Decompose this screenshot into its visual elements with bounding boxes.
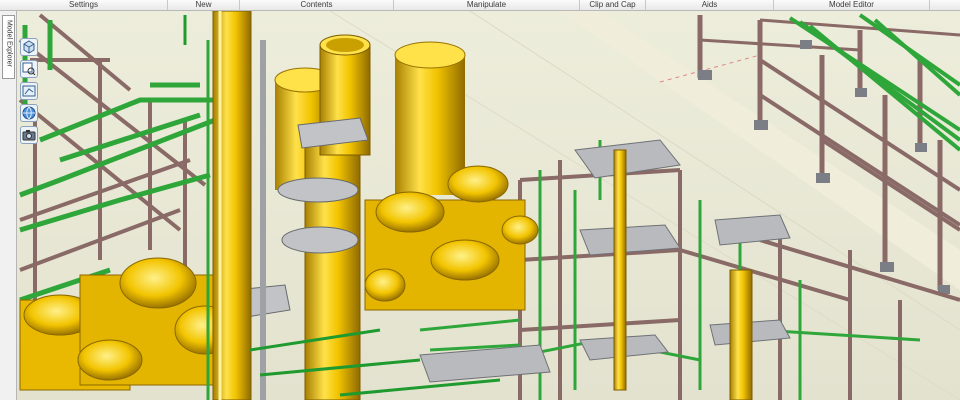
model-explorer-sidebar: Model Explorer <box>0 11 17 400</box>
3d-model-viewport[interactable] <box>17 11 960 400</box>
ribbon-group-label: Contents <box>300 0 333 9</box>
ribbon-group-label: Model Editor <box>829 0 874 9</box>
view-orientation-icon[interactable] <box>20 38 38 56</box>
ribbon-group-label: Aids <box>701 0 718 9</box>
ribbon-group-new[interactable]: New <box>168 0 240 10</box>
plant-model-render <box>17 11 960 400</box>
ribbon-group-label: Clip and Cap <box>589 0 636 9</box>
ribbon-group-aids[interactable]: Aids <box>646 0 774 10</box>
ribbon-group-clip-and-cap[interactable]: Clip and Cap <box>580 0 646 10</box>
globe-navigate-icon[interactable] <box>20 104 38 122</box>
select-search-icon[interactable] <box>20 60 38 78</box>
zoom-frame-icon[interactable] <box>20 82 38 100</box>
ribbon-group-label: Manipulate <box>466 0 507 9</box>
ribbon-group-contents[interactable]: Contents <box>240 0 394 10</box>
camera-icon[interactable] <box>20 126 38 144</box>
ribbon-group-label: Settings <box>69 0 98 9</box>
ribbon-group-label: New <box>195 0 212 9</box>
model-explorer-tab-label: Model Explorer <box>5 19 13 68</box>
ribbon-toolbar: Settings New Contents Manipulate Clip an… <box>0 0 960 11</box>
ribbon-group-model-editor[interactable]: Model Editor <box>774 0 930 10</box>
ribbon-group-manipulate[interactable]: Manipulate <box>394 0 580 10</box>
model-explorer-tab[interactable]: Model Explorer <box>2 15 15 79</box>
viewport-tool-column <box>20 38 42 148</box>
ribbon-group-settings[interactable]: Settings <box>0 0 168 10</box>
ribbon-group-overflow <box>930 0 960 10</box>
